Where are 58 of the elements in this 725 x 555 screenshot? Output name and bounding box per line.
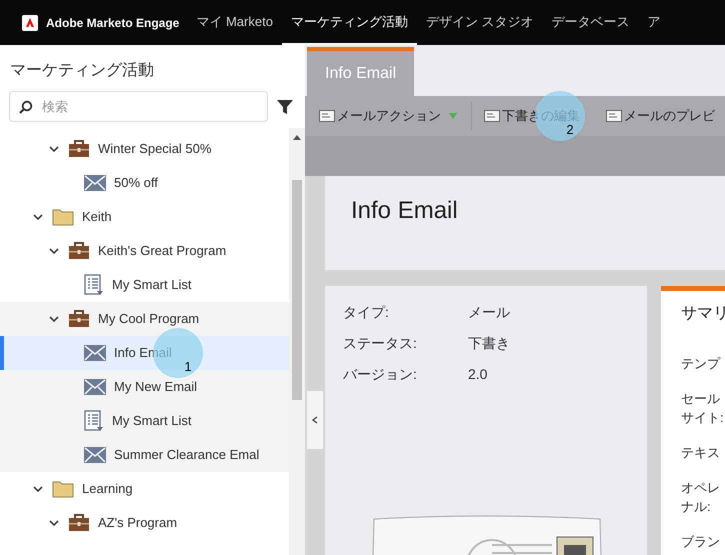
email-tool-icon	[484, 110, 500, 122]
summary-label: ブラン	[681, 533, 720, 551]
tree-item[interactable]: My New Email	[0, 370, 289, 404]
field-label: ステータス:	[343, 334, 418, 353]
summary-title: サマリ	[681, 304, 725, 324]
envelope-icon	[84, 175, 106, 191]
nav-tab[interactable]: マイ Marketo	[187, 0, 282, 45]
summary-label: テキス	[681, 444, 720, 462]
search-field[interactable]: 検索	[9, 91, 268, 122]
summary-label: ナル:	[681, 498, 711, 516]
tree-item[interactable]: My Smart List	[0, 404, 289, 438]
smart-list-icon	[84, 274, 104, 296]
briefcase-icon	[68, 514, 90, 532]
tree-item[interactable]: 50% off	[0, 166, 289, 200]
search-icon	[19, 100, 33, 114]
tree-item[interactable]: Summer Clearance Emal	[0, 438, 289, 472]
sidebar-title: マーケティング活動	[9, 61, 155, 81]
tree-item[interactable]: Learning	[0, 472, 289, 506]
filter-icon[interactable]	[276, 98, 294, 116]
briefcase-icon	[68, 310, 90, 328]
nav-tab[interactable]: デザイン スタジオ	[416, 0, 543, 45]
folder-icon	[52, 480, 74, 498]
field-label: バージョン:	[343, 365, 418, 384]
email-tool-icon	[606, 110, 622, 122]
tree-item[interactable]: Keith's Great Program	[0, 234, 289, 268]
field-value: 下書き	[468, 334, 510, 353]
envelope-icon	[84, 345, 106, 361]
logo-icon	[22, 14, 38, 30]
scrollbar-thumb[interactable]	[292, 180, 302, 400]
briefcase-icon	[68, 140, 90, 158]
email-tool-icon	[319, 110, 335, 122]
envelope-icon	[84, 379, 106, 395]
tree-item[interactable]: Winter Special 50%	[0, 132, 289, 166]
toolbar-button[interactable]: メールアクション	[319, 102, 472, 130]
summary-label: テンプ	[681, 355, 720, 373]
field-label: タイプ:	[343, 303, 390, 322]
field-value: メール	[468, 303, 510, 322]
folder-icon	[52, 208, 74, 226]
smart-list-icon	[84, 410, 104, 432]
nav-tab[interactable]: データベース	[542, 0, 639, 45]
scrollbar[interactable]	[289, 128, 305, 555]
briefcase-icon	[68, 242, 90, 260]
envelope-icon	[84, 447, 106, 463]
asset-title: Info Email	[351, 196, 459, 226]
collapse-handle[interactable]	[307, 391, 323, 449]
summary-label: サイト:	[681, 409, 724, 427]
chevron-left-icon	[312, 416, 318, 424]
nav-tab[interactable]: ア	[638, 0, 670, 45]
field-value: 2.0	[468, 365, 488, 384]
tree-item[interactable]: Keith	[0, 200, 289, 234]
brand-name: Adobe Marketo Engage	[46, 14, 180, 32]
summary-label: セール	[681, 390, 720, 408]
tree-item[interactable]: My Smart List	[0, 268, 289, 302]
tree-item[interactable]: AZ's Program	[0, 506, 289, 540]
scroll-up-icon[interactable]	[293, 134, 301, 140]
summary-label: オペレ	[681, 479, 720, 497]
tree-item[interactable]: My Cool Program	[0, 302, 289, 336]
toolbar-button[interactable]: メールのプレビ	[606, 106, 725, 126]
